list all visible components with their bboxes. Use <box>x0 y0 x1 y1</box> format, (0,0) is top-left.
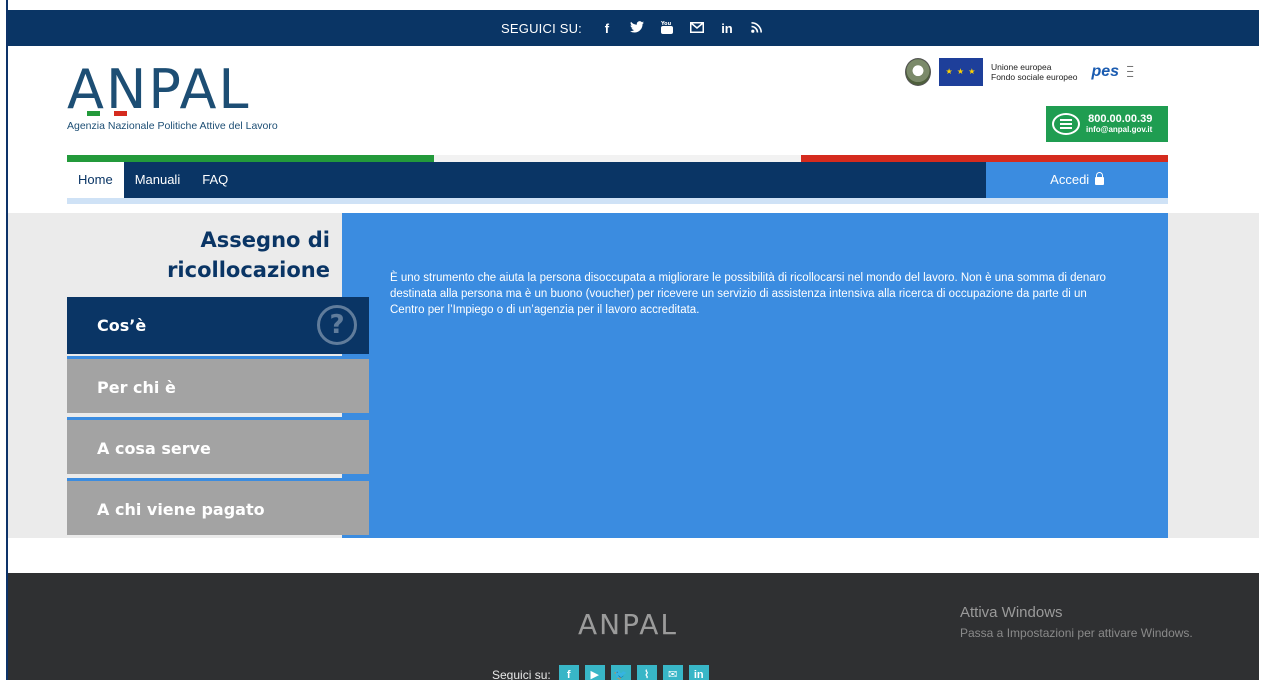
eu-flag-icon: ★ ★ ★ <box>939 58 983 86</box>
sidebar-item-per-chi-e[interactable]: Per chi è <box>67 356 369 413</box>
sidebar-item-cose[interactable]: Cos’è ? <box>67 297 369 354</box>
nav-home[interactable]: Home <box>67 162 124 198</box>
anpal-logo[interactable]: ANPAL Agenzia Nazionale Politiche Attive… <box>67 58 337 148</box>
contact-badge[interactable]: 800.00.00.39 info@anpal.gov.it <box>1046 106 1168 142</box>
footer-rss-icon[interactable]: ⌇ <box>636 665 657 680</box>
chat-bubble-icon <box>1052 113 1080 135</box>
nav-manuali[interactable]: Manuali <box>124 162 192 198</box>
description-panel <box>342 213 1168 538</box>
main-navbar: Home Manuali FAQ Accedi <box>67 162 1168 198</box>
login-button[interactable]: Accedi <box>986 162 1168 198</box>
sidebar-item-label: Per chi è <box>97 378 176 397</box>
footer-twitter-icon[interactable]: 🐦 <box>610 665 631 680</box>
footer-youtube-icon[interactable]: ▶ <box>584 665 605 680</box>
eu-text-line1: Unione europea <box>991 62 1052 72</box>
mail-icon[interactable] <box>688 21 706 36</box>
question-mark-icon: ? <box>317 305 357 345</box>
top-social-bar: SEGUICI SU: f You in <box>8 10 1259 46</box>
logo-flag-accent <box>87 111 127 116</box>
sidebar-item-label: A chi viene pagato <box>97 500 265 519</box>
sidebar-title: Assegno di ricollocazione <box>167 228 330 282</box>
italian-republic-emblem-icon <box>905 58 931 86</box>
rss-icon[interactable] <box>748 21 766 36</box>
footer-linkedin-icon[interactable]: in <box>688 665 709 680</box>
sidebar-item-label: A cosa serve <box>97 439 211 458</box>
footer-social-links: Seguici su: f ▶ 🐦 ⌇ ✉ in <box>492 665 709 680</box>
linkedin-icon[interactable]: in <box>718 21 736 36</box>
login-label: Accedi <box>1050 172 1090 187</box>
footer-logo[interactable]: ANPAL <box>568 608 688 641</box>
pes-network-logo: pes <box>1091 63 1120 80</box>
lock-icon <box>1094 172 1104 185</box>
content-right-gutter <box>1168 213 1259 538</box>
windows-activation-subtitle: Passa a Impostazioni per attivare Window… <box>960 626 1193 640</box>
twitter-icon[interactable] <box>628 20 646 36</box>
sidebar-item-a-chi-viene-pagato[interactable]: A chi viene pagato <box>67 478 369 535</box>
contact-phone: 800.00.00.39 <box>1088 113 1153 125</box>
footer-mail-icon[interactable]: ✉ <box>662 665 683 680</box>
eu-text: Unione europea Fondo sociale europeo <box>991 62 1077 82</box>
tricolor-divider <box>67 155 1168 162</box>
pes-network-tagline: ━━ ━━ ━━ <box>1127 63 1134 80</box>
footer: ANPAL Seguici su: f ▶ 🐦 ⌇ ✉ in Attiva Wi… <box>8 573 1259 680</box>
footer-follow-label: Seguici su: <box>492 668 551 680</box>
footer-facebook-icon[interactable]: f <box>558 665 579 680</box>
institution-emblems: ★ ★ ★ Unione europea Fondo sociale europ… <box>905 58 1149 86</box>
nav-faq[interactable]: FAQ <box>191 162 239 198</box>
window-border <box>0 0 8 680</box>
facebook-icon[interactable]: f <box>598 21 616 36</box>
sidebar-item-a-cosa-serve[interactable]: A cosa serve <box>67 417 369 474</box>
logo-subtitle: Agenzia Nazionale Politiche Attive del L… <box>67 120 278 132</box>
youtube-icon[interactable]: You <box>658 20 676 37</box>
windows-activation-title: Attiva Windows <box>960 604 1063 621</box>
contact-email: info@anpal.gov.it <box>1086 125 1153 134</box>
description-text: È uno strumento che aiuta la persona dis… <box>390 272 1106 316</box>
follow-us-label: SEGUICI SU: <box>501 20 582 36</box>
sidebar-item-label: Cos’è <box>97 316 147 335</box>
navbar-underline <box>67 198 1168 204</box>
eu-text-line2: Fondo sociale europeo <box>991 72 1078 82</box>
